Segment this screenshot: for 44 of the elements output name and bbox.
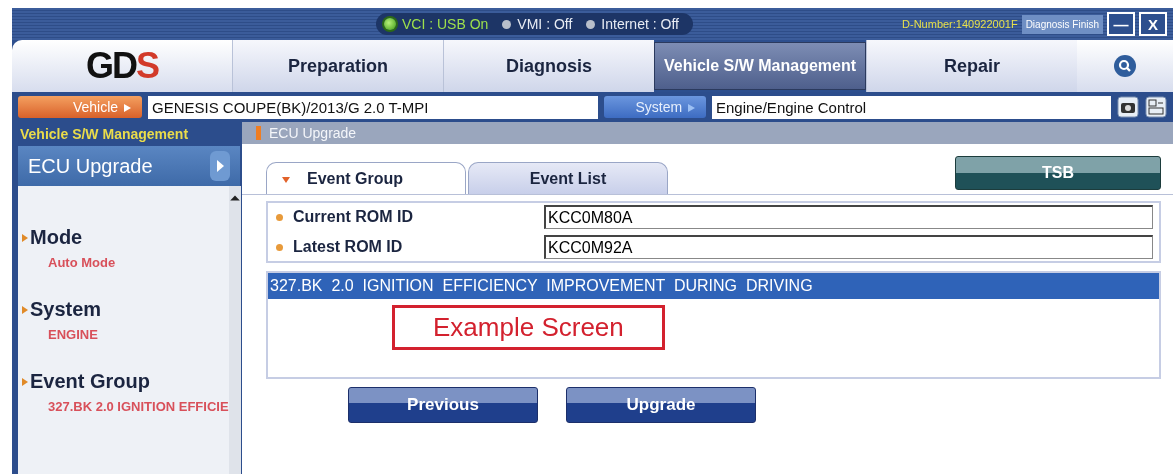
sidebar-menu-item[interactable]: ECU Upgrade [18, 146, 240, 186]
status-label: VMI : Off [517, 16, 573, 32]
vehicle-field: GENESIS COUPE(BK)/2013/G 2.0 T-MPI [148, 95, 598, 119]
input-field[interactable]: KCC0M80A [544, 205, 1153, 229]
bullet-icon [22, 304, 28, 315]
field-label: Latest ROM ID [268, 238, 544, 256]
logo: GDS [12, 40, 232, 92]
bullet-icon [22, 376, 28, 387]
sidebar-item-value: Auto Mode [47, 255, 117, 270]
input-field[interactable]: KCC0M92A [544, 235, 1153, 259]
window-button[interactable]: — [1107, 12, 1135, 36]
status-label: VCI : USB On [402, 16, 489, 32]
sidebar-item-label: Mode [30, 226, 83, 249]
tab[interactable]: Event Group [266, 162, 466, 194]
play-icon [122, 103, 132, 114]
breadcrumb-marker [256, 126, 261, 140]
scroll-bar[interactable] [228, 186, 241, 474]
status-label: Internet : Off [601, 16, 679, 32]
sidebar-item-label: System [30, 298, 102, 321]
sidebar-item-label: Event Group [30, 370, 150, 393]
play-icon [210, 151, 230, 181]
nav-tab[interactable]: Repair [866, 40, 1077, 92]
field-label: Current ROM ID [268, 208, 544, 226]
system-field: Engine/Engine Control [712, 95, 1111, 119]
layout-icon[interactable] [1145, 96, 1167, 118]
tab[interactable]: Event List [468, 162, 668, 194]
sidebar-item-value: ENGINE [47, 327, 99, 342]
sidebar-item-value: 327.BK 2.0 IGNITION EFFICIE [47, 399, 229, 414]
nav-tab[interactable]: Diagnosis [443, 40, 654, 92]
example-note: Example Screen [392, 305, 665, 350]
window-button[interactable]: X [1139, 12, 1167, 36]
search-icon[interactable] [1113, 54, 1137, 78]
action-button[interactable]: Upgrade [566, 387, 756, 423]
nav-tab[interactable]: Preparation [232, 40, 443, 92]
camera-icon[interactable] [1117, 96, 1139, 118]
sidebar-title: Vehicle S/W Management [18, 122, 240, 146]
bullet-icon [22, 232, 28, 243]
event-row[interactable]: 327.BK 2.0 IGNITION EFFICIENCY IMPROVEMENT DURING DRIVING [268, 273, 1159, 299]
caret-icon [281, 175, 291, 184]
breadcrumb: ECU Upgrade [269, 125, 357, 141]
play-icon [686, 103, 696, 114]
action-button[interactable]: Previous [348, 387, 538, 423]
d-number: D-Number:140922001F [902, 18, 1018, 30]
nav-tab[interactable]: Vehicle S/W Management [654, 42, 866, 90]
